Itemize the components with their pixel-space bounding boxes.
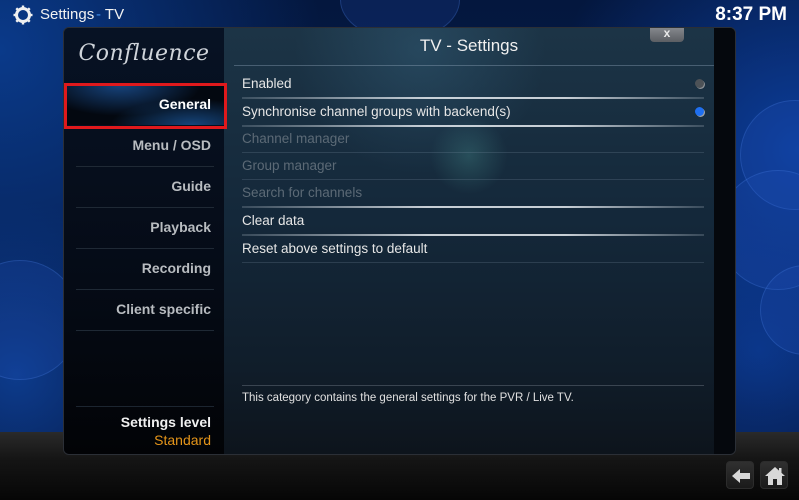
divider [234,65,714,66]
setting-sync-channel-groups[interactable]: Synchronise channel groups with backend(… [242,98,704,125]
category-label: Recording [141,260,211,276]
selection-highlight [64,83,227,129]
title-dash: - [96,6,101,23]
divider [76,406,214,407]
category-client-specific[interactable]: Client specific [64,289,224,330]
category-label: Guide [171,178,211,194]
back-button[interactable] [726,461,754,489]
setting-enabled[interactable]: Enabled [242,70,704,97]
settings-level-label[interactable]: Settings level [121,414,211,430]
home-button[interactable] [760,461,788,489]
gear-icon [13,5,33,25]
divider [242,262,704,263]
category-label: Playback [150,219,211,235]
setting-label: Reset above settings to default [242,241,428,256]
setting-group-manager[interactable]: Group manager [242,152,704,179]
category-label: Client specific [116,301,211,317]
setting-clear-data[interactable]: Clear data [242,207,704,234]
radio-toggle-off-icon[interactable] [695,79,704,88]
top-bar: Settings - TV 8:37 PM [0,0,799,30]
setting-label: Enabled [242,76,292,91]
setting-label: Search for channels [242,185,363,200]
confluence-logo: Confluence [78,41,210,66]
close-button[interactable]: x [650,27,684,42]
setting-reset-defaults[interactable]: Reset above settings to default [242,235,704,262]
category-playback[interactable]: Playback [64,207,224,248]
category-label: Menu / OSD [132,137,211,153]
category-guide[interactable]: Guide [64,166,224,207]
window-subtitle: - TV [96,6,124,23]
home-icon [765,467,785,485]
radio-toggle-on-icon[interactable] [695,107,704,116]
close-icon: x [663,27,671,40]
divider [76,330,214,331]
setting-label: Group manager [242,158,337,173]
subtitle-text: TV [104,6,125,23]
setting-label: Clear data [242,213,305,228]
window-title: Settings [40,6,95,23]
back-arrow-icon [732,469,750,483]
setting-label: Channel manager [242,131,350,146]
dialog-edge [714,28,735,454]
clock: 8:37 PM [715,4,787,25]
setting-label: Synchronise channel groups with backend(… [242,104,511,119]
settings-panel: TV - Settings Enabled Synchronise channe… [224,28,714,454]
setting-search-channels[interactable]: Search for channels [242,179,704,206]
settings-dialog: Confluence General Menu / OSD Guide Play… [63,27,736,455]
divider [242,385,704,386]
category-menu-osd[interactable]: Menu / OSD [64,125,224,166]
dialog-title: TV - Settings [419,36,519,55]
settings-level-value[interactable]: Standard [154,432,211,448]
category-description: This category contains the general setti… [242,392,574,404]
setting-channel-manager[interactable]: Channel manager [242,125,704,152]
category-recording[interactable]: Recording [64,248,224,289]
